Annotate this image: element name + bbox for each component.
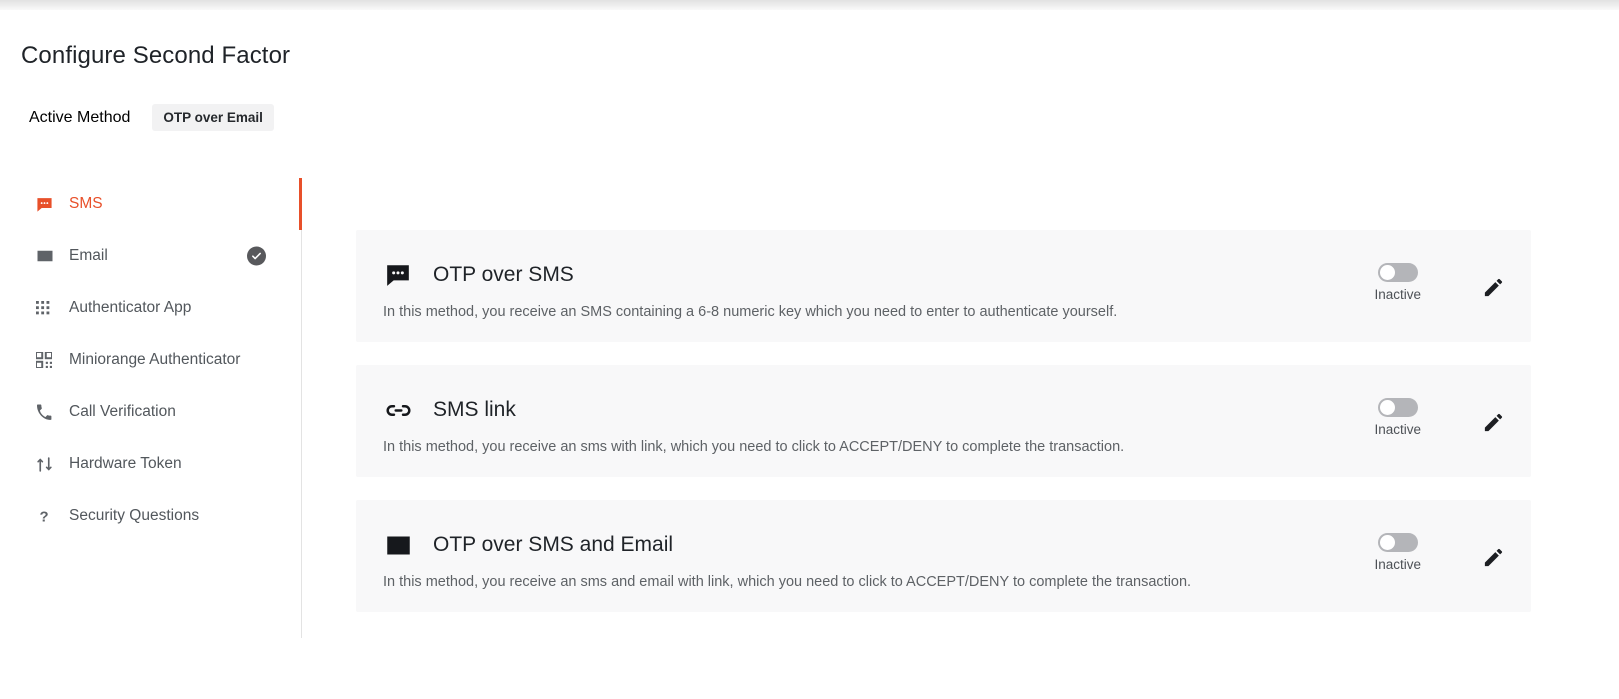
sidebar-item-security-questions[interactable]: ? Security Questions [0, 490, 301, 542]
card-header: SMS link [383, 395, 516, 425]
qr-code-icon [36, 352, 58, 368]
sidebar-item-email[interactable]: Email [0, 230, 301, 282]
card-header: OTP over SMS and Email [383, 530, 673, 560]
active-method-badge: OTP over Email [152, 104, 274, 131]
sidebar-item-authenticator-app[interactable]: Authenticator App [0, 282, 301, 334]
top-gradient-bar [0, 0, 1619, 10]
method-card-otp-over-sms-and-email: OTP over SMS and Email In this method, y… [356, 500, 1531, 612]
toggle-knob [1379, 400, 1395, 415]
phone-icon [36, 404, 58, 420]
toggle-knob [1379, 265, 1395, 280]
sidebar-item-label: SMS [69, 195, 103, 212]
pencil-icon [1482, 276, 1505, 304]
sidebar-item-label: Authenticator App [69, 299, 192, 316]
toggle-track[interactable] [1377, 533, 1418, 552]
method-toggle[interactable]: Inactive [1374, 398, 1421, 437]
method-card-list: OTP over SMS In this method, you receive… [356, 230, 1531, 635]
sidebar-item-label: Miniorange Authenticator [69, 351, 241, 368]
sidebar-item-label: Call Verification [69, 403, 176, 420]
card-description: In this method, you receive an sms and e… [383, 574, 1192, 590]
sidebar-item-label: Security Questions [69, 507, 200, 524]
pencil-icon [1482, 546, 1505, 574]
page-title: Configure Second Factor [21, 42, 291, 69]
card-description: In this method, you receive an sms with … [383, 439, 1125, 455]
sidebar-item-miniorange-authenticator[interactable]: Miniorange Authenticator [0, 334, 301, 386]
method-sidebar: SMS Email Authenticator App Miniorange A… [0, 178, 302, 638]
method-card-otp-over-sms: OTP over SMS In this method, you receive… [356, 230, 1531, 342]
status-badge: Inactive [1374, 422, 1421, 437]
envelope-icon [383, 530, 413, 560]
method-toggle[interactable]: Inactive [1374, 263, 1421, 302]
active-method-row: Active Method OTP over Email [29, 104, 274, 131]
toggle-knob [1379, 535, 1395, 550]
status-badge: Inactive [1374, 287, 1421, 302]
active-method-label: Active Method [29, 108, 131, 126]
toggle-track[interactable] [1377, 398, 1418, 417]
sidebar-item-label: Email [69, 247, 108, 264]
configured-check-icon [247, 246, 266, 266]
hardware-token-icon [36, 456, 58, 473]
sidebar-item-hardware-token[interactable]: Hardware Token [0, 438, 301, 490]
status-badge: Inactive [1374, 557, 1421, 572]
question-mark-icon: ? [36, 507, 58, 526]
card-title: SMS link [433, 398, 516, 421]
edit-button[interactable] [1479, 276, 1507, 304]
sidebar-item-label: Hardware Token [69, 455, 182, 472]
method-toggle[interactable]: Inactive [1374, 533, 1421, 572]
method-card-sms-link: SMS link In this method, you receive an … [356, 365, 1531, 477]
card-description: In this method, you receive an SMS conta… [383, 304, 1118, 320]
sidebar-item-call-verification[interactable]: Call Verification [0, 386, 301, 438]
card-title: OTP over SMS [433, 263, 574, 286]
pencil-icon [1482, 411, 1505, 439]
svg-text:?: ? [40, 509, 49, 525]
envelope-icon [36, 247, 58, 265]
toggle-track[interactable] [1377, 263, 1418, 282]
edit-button[interactable] [1479, 546, 1507, 574]
link-icon [383, 395, 413, 425]
sms-chat-icon [36, 196, 58, 213]
edit-button[interactable] [1479, 411, 1507, 439]
active-indicator-bar [299, 178, 302, 230]
sidebar-item-sms[interactable]: SMS [0, 178, 302, 230]
card-header: OTP over SMS [383, 260, 574, 290]
sms-chat-icon [383, 260, 413, 290]
card-title: OTP over SMS and Email [433, 533, 674, 556]
dot-grid-icon [36, 300, 58, 316]
